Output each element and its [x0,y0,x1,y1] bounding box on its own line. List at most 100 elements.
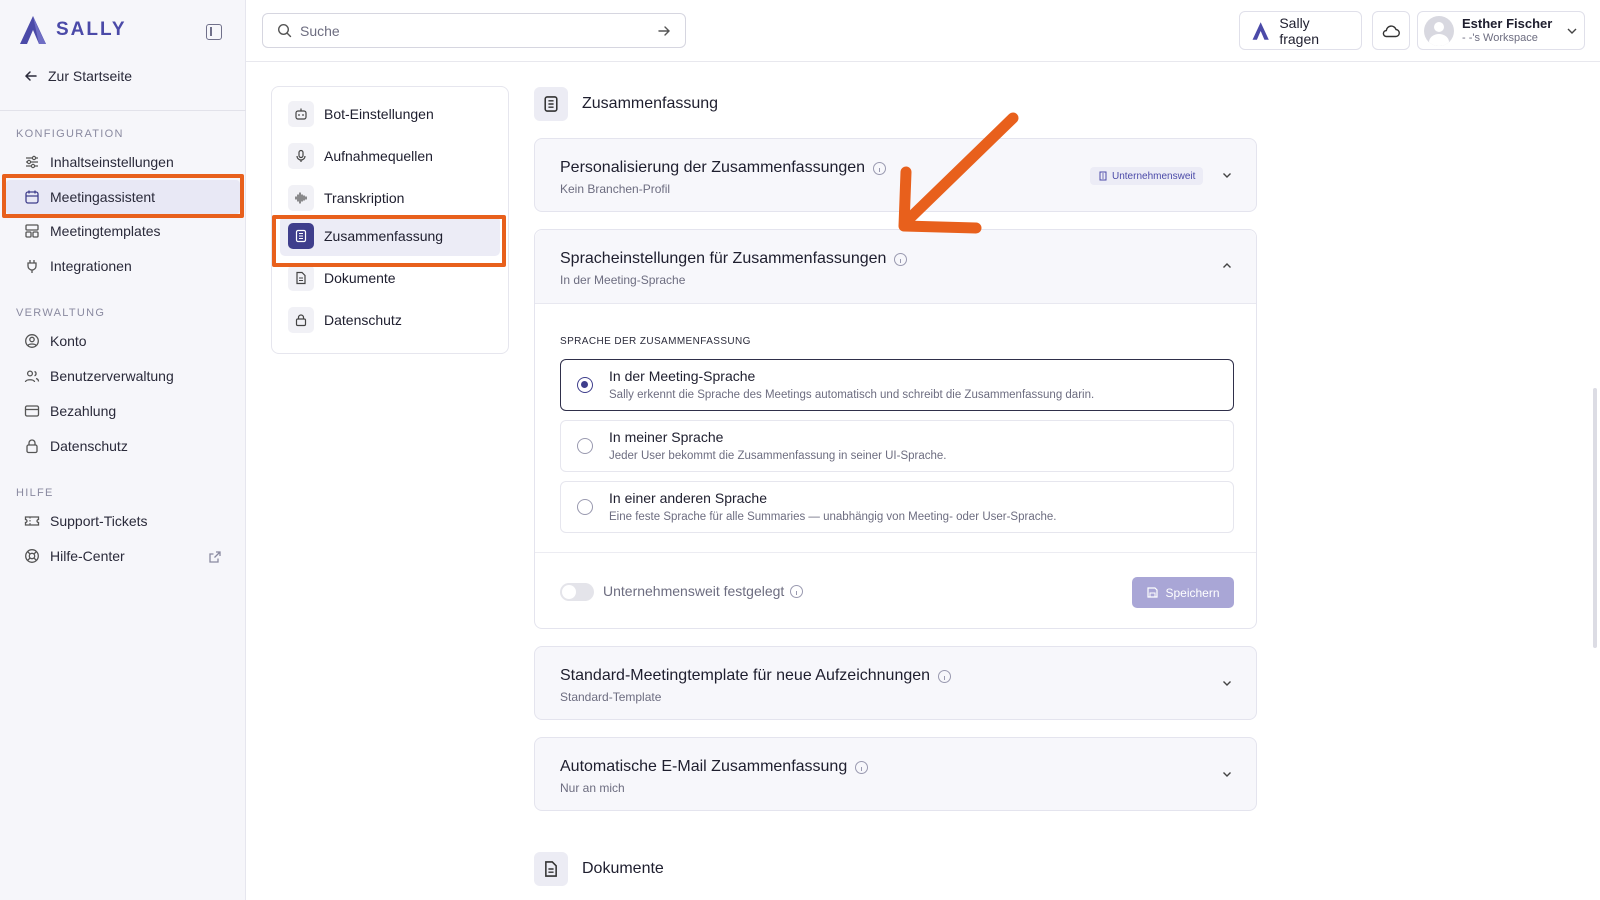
sidebar-item-label: Inhaltseinstellungen [50,154,174,170]
ticket-icon [24,516,40,526]
radio-unselected[interactable] [577,438,593,454]
info-icon[interactable] [894,252,908,266]
badge-label: Unternehmensweit [1112,170,1196,182]
document-icon-wrapper [534,852,568,886]
sidebar-item-meetingassistent[interactable]: Meetingassistent [24,189,155,205]
topbar: Suche Sally fragen Esther Fischer - -'s … [246,0,1600,62]
ask-sally-button[interactable]: Sally fragen [1239,11,1362,50]
subnav-item-label: Bot-Einstellungen [324,106,434,122]
company-wide-toggle[interactable] [560,583,594,601]
option-title: In einer anderen Sprache [609,490,767,506]
card-title: Standard-Meetingtemplate für neue Aufzei… [560,667,952,685]
info-icon[interactable] [855,760,869,774]
sidebar-item-hilfe-center[interactable]: Hilfe-Center [24,548,125,564]
ask-sally-label: Sally fragen [1279,14,1320,47]
subnav-item-datenschutz[interactable]: Datenschutz [288,307,402,333]
card-title: Personalisierung der Zusammenfassungen [560,159,887,177]
status-badge: Unternehmensweit [1090,167,1204,185]
card-email-zusammenfassung[interactable]: Automatische E-Mail Zusammenfassung Nur … [534,737,1257,811]
subnav-item-zusammenfassung[interactable]: Zusammenfassung [288,223,443,249]
card-title: Spracheinstellungen für Zusammenfassunge… [560,250,908,268]
user-info: Esther Fischer - -'s Workspace [1462,16,1558,45]
sidebar-item-label: Meetingtemplates [50,223,161,239]
external-link-icon[interactable] [208,550,222,564]
sidebar-item-meetingtemplates[interactable]: Meetingtemplates [24,223,161,239]
waveform-icon [295,192,307,204]
chevron-down-icon[interactable] [1222,769,1232,779]
bot-icon [295,108,307,120]
info-icon[interactable] [790,584,804,598]
card-spracheinstellungen: Spracheinstellungen für Zusammenfassunge… [534,229,1257,629]
arrow-right-icon[interactable] [657,24,671,38]
chevron-down-icon[interactable] [1222,170,1232,180]
info-icon[interactable] [938,669,952,683]
document-icon-wrapper [288,265,314,291]
subnav-item-dokumente[interactable]: Dokumente [288,265,396,291]
building-icon [1099,171,1107,181]
card-subtitle: Kein Branchen-Profil [560,182,671,196]
sidebar-item-datenschutz[interactable]: Datenschutz [24,438,128,454]
subnav-item-bot-einstellungen[interactable]: Bot-Einstellungen [288,101,434,127]
radio-unselected[interactable] [577,499,593,515]
back-to-home-link[interactable]: Zur Startseite [24,68,132,84]
subnav-item-label: Aufnahmequellen [324,148,433,164]
cloud-sync-button[interactable] [1372,11,1410,50]
chevron-down-icon[interactable] [1222,678,1232,688]
annotation-arrow-icon [898,112,1019,234]
sidebar-item-konto[interactable]: Konto [24,333,87,349]
sidebar-item-benutzerverwaltung[interactable]: Benutzerverwaltung [24,368,174,384]
microphone-icon [296,149,306,162]
plug-icon [27,260,37,273]
subnav-item-label: Transkription [324,190,405,206]
section-label-verwaltung: VERWALTUNG [16,307,106,319]
section-label-hilfe: HILFE [16,487,54,499]
save-button[interactable]: Speichern [1132,577,1234,608]
sidebar-collapse-icon[interactable] [206,24,222,40]
card-standard-meetingtemplate[interactable]: Standard-Meetingtemplate für neue Aufzei… [534,646,1257,720]
lifebuoy-icon [25,549,39,563]
card-header[interactable]: Spracheinstellungen für Zusammenfassunge… [535,230,1256,304]
credit-card-icon [24,405,40,417]
option-meeting-sprache[interactable]: In der Meeting-Sprache Sally erkennt die… [560,359,1234,411]
subnav-item-transkription[interactable]: Transkription [288,185,404,211]
card-subtitle: Nur an mich [560,781,625,795]
search-input[interactable]: Suche [262,13,686,48]
sliders-icon [26,155,38,169]
save-icon [1147,587,1159,598]
option-meine-sprache[interactable]: In meiner Sprache Jeder User bekommt die… [560,420,1234,472]
waveform-icon-wrapper [288,185,314,211]
sidebar: SALLY Zur Startseite KONFIGURATION Inhal… [0,0,246,900]
subnav-item-label: Dokumente [324,270,396,286]
toggle-label-text: Unternehmensweit festgelegt [603,583,785,599]
search-placeholder: Suche [300,22,340,39]
sidebar-item-inhaltseinstellungen[interactable]: Inhaltseinstellungen [24,154,174,170]
option-description: Jeder User bekommt die Zusammenfassung i… [609,450,947,462]
subnav-item-aufnahmequellen[interactable]: Aufnahmequellen [288,143,433,169]
workspace-name: - -'s Workspace [1462,31,1538,44]
brand-name: SALLY [56,19,127,40]
option-andere-sprache[interactable]: In einer anderen Sprache Eine feste Spra… [560,481,1234,533]
scrollbar[interactable] [1593,388,1597,648]
card-title-label: Spracheinstellungen für Zusammenfassunge… [560,250,887,267]
lock-icon [26,439,38,454]
cloud-icon [1382,24,1400,37]
section-title-dokumente: Dokumente [534,852,664,886]
card-title-label: Personalisierung der Zusammenfassungen [560,159,866,176]
calendar-icon [25,190,39,204]
card-title-label: Standard-Meetingtemplate für neue Aufzei… [560,667,931,684]
sidebar-item-integrationen[interactable]: Integrationen [24,258,132,274]
users-icon [24,370,40,383]
toggle-label: Unternehmensweit festgelegt [603,583,804,599]
sidebar-item-label: Meetingassistent [50,189,156,205]
sidebar-item-bezahlung[interactable]: Bezahlung [24,403,116,419]
user-menu-button[interactable]: Esther Fischer - -'s Workspace [1417,11,1585,50]
chevron-down-icon [1567,28,1577,34]
sally-logo[interactable]: SALLY [16,14,127,46]
sidebar-divider [0,110,246,111]
chevron-up-icon[interactable] [1222,261,1232,271]
summary-icon-wrapper [534,87,568,121]
radio-selected[interactable] [577,377,593,393]
sidebar-item-support-tickets[interactable]: Support-Tickets [24,513,148,529]
sally-logo-icon [1252,21,1269,40]
section-title-label: Zusammenfassung [582,95,719,112]
